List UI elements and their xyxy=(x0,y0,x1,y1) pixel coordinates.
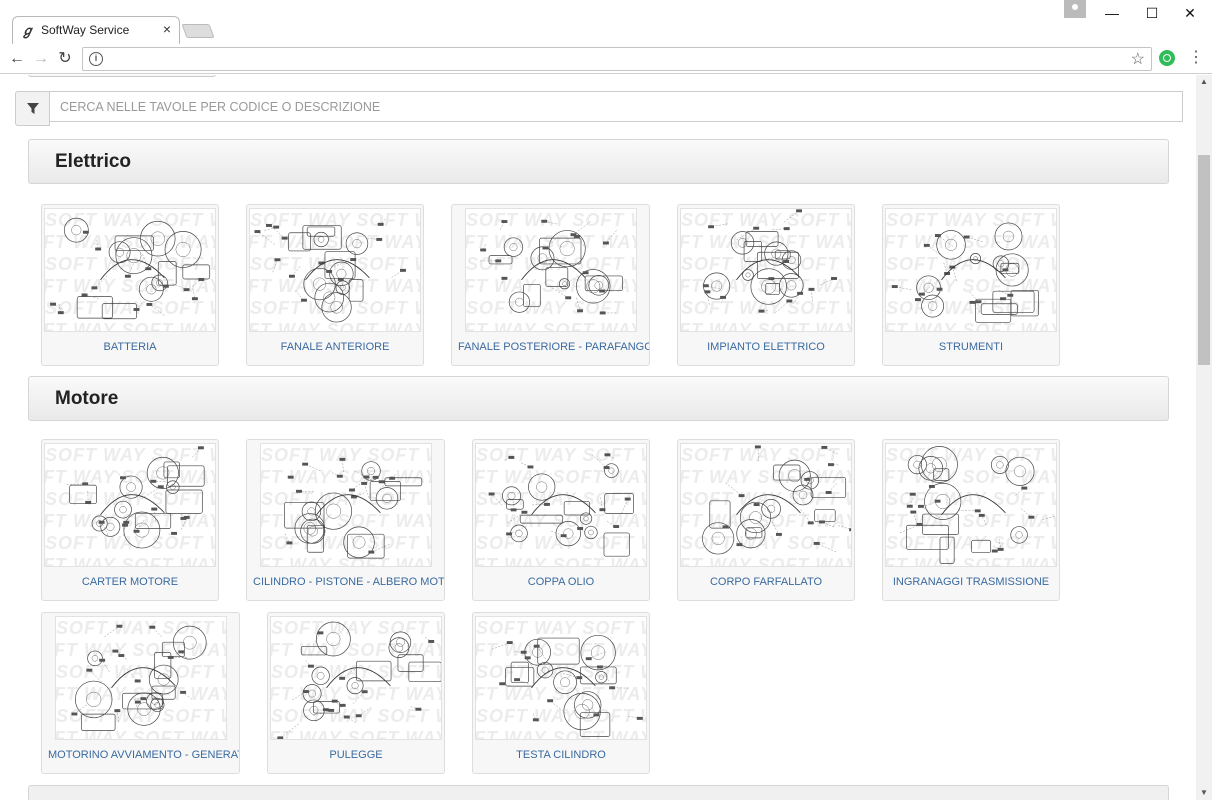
catalog-card[interactable]: SOFT WAY SOFT WAY SOFT WAYSOFT WAY SOFT … xyxy=(246,204,424,366)
close-window-button[interactable]: ✕ xyxy=(1170,2,1210,26)
maximize-button[interactable]: ☐ xyxy=(1132,2,1172,26)
card-thumbnail[interactable]: SOFT WAY SOFT WAY SOFT WAYSOFT WAY SOFT … xyxy=(270,616,442,740)
catalog-card[interactable]: SOFT WAY SOFT WAY SOFT WAYSOFT WAY SOFT … xyxy=(267,612,445,774)
scroll-down-icon[interactable]: ▼ xyxy=(1196,786,1212,800)
catalog-card[interactable]: SOFT WAY SOFT WAY SOFT WAYSOFT WAY SOFT … xyxy=(472,439,650,601)
card-thumbnail[interactable]: SOFT WAY SOFT WAY SOFT WAYSOFT WAY SOFT … xyxy=(475,443,647,567)
card-thumbnail[interactable]: SOFT WAY SOFT WAY SOFT WAYSOFT WAY SOFT … xyxy=(680,443,852,567)
minimize-button[interactable]: — xyxy=(1092,2,1132,26)
catalog-card[interactable]: SOFT WAY SOFT WAY SOFT WAYSOFT WAY SOFT … xyxy=(677,439,855,601)
browser-menu-icon[interactable]: ⋮ xyxy=(1188,49,1204,67)
card-thumbnail[interactable]: SOFT WAY SOFT WAY SOFT WAYSOFT WAY SOFT … xyxy=(465,208,637,332)
card-thumbnail[interactable]: SOFT WAY SOFT WAY SOFT WAYSOFT WAY SOFT … xyxy=(44,443,216,567)
catalog-card[interactable]: SOFT WAY SOFT WAY SOFT WAYSOFT WAY SOFT … xyxy=(882,439,1060,601)
card-label[interactable]: FANALE ANTERIORE xyxy=(247,341,423,353)
page-scrollbar[interactable]: ▲ ▼ xyxy=(1196,75,1212,800)
softway-logo-icon: ℊ xyxy=(21,23,35,38)
tab-close-icon[interactable]: × xyxy=(163,21,171,37)
search-input[interactable] xyxy=(49,91,1183,122)
address-bar[interactable]: i ☆ xyxy=(82,47,1152,71)
card-label[interactable]: PULEGGE xyxy=(268,749,444,761)
catalog-card[interactable]: SOFT WAY SOFT WAY SOFT WAYSOFT WAY SOFT … xyxy=(41,204,219,366)
new-tab-button[interactable] xyxy=(181,24,215,38)
card-thumbnail[interactable]: SOFT WAY SOFT WAY SOFT WAYSOFT WAY SOFT … xyxy=(249,208,421,332)
info-icon[interactable]: i xyxy=(89,52,103,66)
filter-button[interactable] xyxy=(15,91,50,126)
card-label[interactable]: COPPA OLIO xyxy=(473,576,649,588)
exploded-parts-diagram xyxy=(480,219,623,315)
card-label[interactable]: STRUMENTI xyxy=(883,341,1059,353)
scrollbar-thumb[interactable] xyxy=(1198,155,1210,365)
tab-title: SoftWay Service xyxy=(41,23,130,37)
exploded-parts-diagram xyxy=(491,634,643,737)
browser-tab[interactable]: ℊ SoftWay Service × xyxy=(12,16,180,44)
card-thumbnail[interactable]: SOFT WAY SOFT WAY SOFT WAYSOFT WAY SOFT … xyxy=(885,208,1057,332)
exploded-parts-diagram xyxy=(71,624,207,731)
exploded-parts-diagram xyxy=(50,217,211,320)
card-label[interactable]: CILINDRO - PISTONE - ALBERO MOTORE xyxy=(247,576,444,588)
card-label[interactable]: CARTER MOTORE xyxy=(42,576,218,588)
card-label[interactable]: TESTA CILINDRO xyxy=(473,749,649,761)
card-label[interactable]: IMPIANTO ELETTRICO xyxy=(678,341,854,353)
card-label[interactable]: FANALE POSTERIORE - PARAFANGO xyxy=(452,341,649,353)
card-label[interactable]: INGRANAGGI TRASMISSIONE xyxy=(883,576,1059,588)
reload-icon[interactable]: ↻ xyxy=(54,48,76,70)
exploded-parts-diagram xyxy=(891,222,1039,323)
exploded-parts-diagram xyxy=(899,446,1056,564)
card-thumbnail[interactable]: SOFT WAY SOFT WAY SOFT WAYSOFT WAY SOFT … xyxy=(44,208,216,332)
catalog-card[interactable]: SOFT WAY SOFT WAY SOFT WAYSOFT WAY SOFT … xyxy=(41,612,240,774)
card-label[interactable]: MOTORINO AVVIAMENTO - GENERATORE xyxy=(42,749,239,761)
catalog-card[interactable]: SOFT WAY SOFT WAY SOFT WAYSOFT WAY SOFT … xyxy=(677,204,855,366)
previous-section-footer xyxy=(28,75,216,77)
section-title: Elettrico xyxy=(55,151,132,172)
section-header-motore[interactable]: Motore xyxy=(28,376,1169,421)
exploded-parts-diagram xyxy=(66,446,205,549)
card-thumbnail[interactable]: SOFT WAY SOFT WAY SOFT WAYSOFT WAY SOFT … xyxy=(680,208,852,332)
exploded-parts-diagram xyxy=(702,209,837,313)
card-thumbnail[interactable]: SOFT WAY SOFT WAY SOFT WAYSOFT WAY SOFT … xyxy=(885,443,1057,567)
card-thumbnail[interactable]: SOFT WAY SOFT WAY SOFT WAYSOFT WAY SOFT … xyxy=(260,443,432,567)
exploded-parts-diagram xyxy=(702,445,851,555)
exploded-parts-diagram xyxy=(284,457,423,559)
page-viewport: Elettrico SOFT WAY SOFT WAY SOFT WAYSOFT … xyxy=(0,75,1196,800)
catalog-card[interactable]: SOFT WAY SOFT WAY SOFT WAYSOFT WAY SOFT … xyxy=(472,612,650,774)
card-label[interactable]: CORPO FARFALLATO xyxy=(678,576,854,588)
forward-arrow-icon[interactable]: → xyxy=(30,48,52,70)
extension-icon[interactable] xyxy=(1159,50,1175,66)
browser-titlebar: ℊ SoftWay Service × — ☐ ✕ xyxy=(0,0,1212,44)
card-label[interactable]: BATTERIA xyxy=(42,341,218,353)
scroll-up-icon[interactable]: ▲ xyxy=(1196,75,1212,89)
catalog-card[interactable]: SOFT WAY SOFT WAY SOFT WAYSOFT WAY SOFT … xyxy=(882,204,1060,366)
section-title: Motore xyxy=(55,388,119,409)
exploded-parts-diagram xyxy=(277,621,441,739)
card-thumbnail[interactable]: SOFT WAY SOFT WAY SOFT WAYSOFT WAY SOFT … xyxy=(55,616,227,740)
exploded-parts-diagram xyxy=(254,218,406,323)
exploded-parts-diagram xyxy=(488,453,634,557)
browser-toolbar: ← → ↻ i ☆ ⋮ xyxy=(0,44,1212,74)
filter-icon xyxy=(27,103,39,114)
next-section-header xyxy=(28,785,1169,800)
card-thumbnail[interactable]: SOFT WAY SOFT WAY SOFT WAYSOFT WAY SOFT … xyxy=(475,616,647,740)
catalog-card[interactable]: SOFT WAY SOFT WAY SOFT WAYSOFT WAY SOFT … xyxy=(451,204,650,366)
section-header-elettrico[interactable]: Elettrico xyxy=(28,139,1169,184)
catalog-card[interactable]: SOFT WAY SOFT WAY SOFT WAYSOFT WAY SOFT … xyxy=(41,439,219,601)
back-arrow-icon[interactable]: ← xyxy=(6,48,28,70)
profile-icon[interactable] xyxy=(1064,0,1086,18)
bookmark-star-icon[interactable]: ☆ xyxy=(1131,49,1145,69)
search-bar xyxy=(15,91,1183,127)
catalog-card[interactable]: SOFT WAY SOFT WAY SOFT WAYSOFT WAY SOFT … xyxy=(246,439,445,601)
